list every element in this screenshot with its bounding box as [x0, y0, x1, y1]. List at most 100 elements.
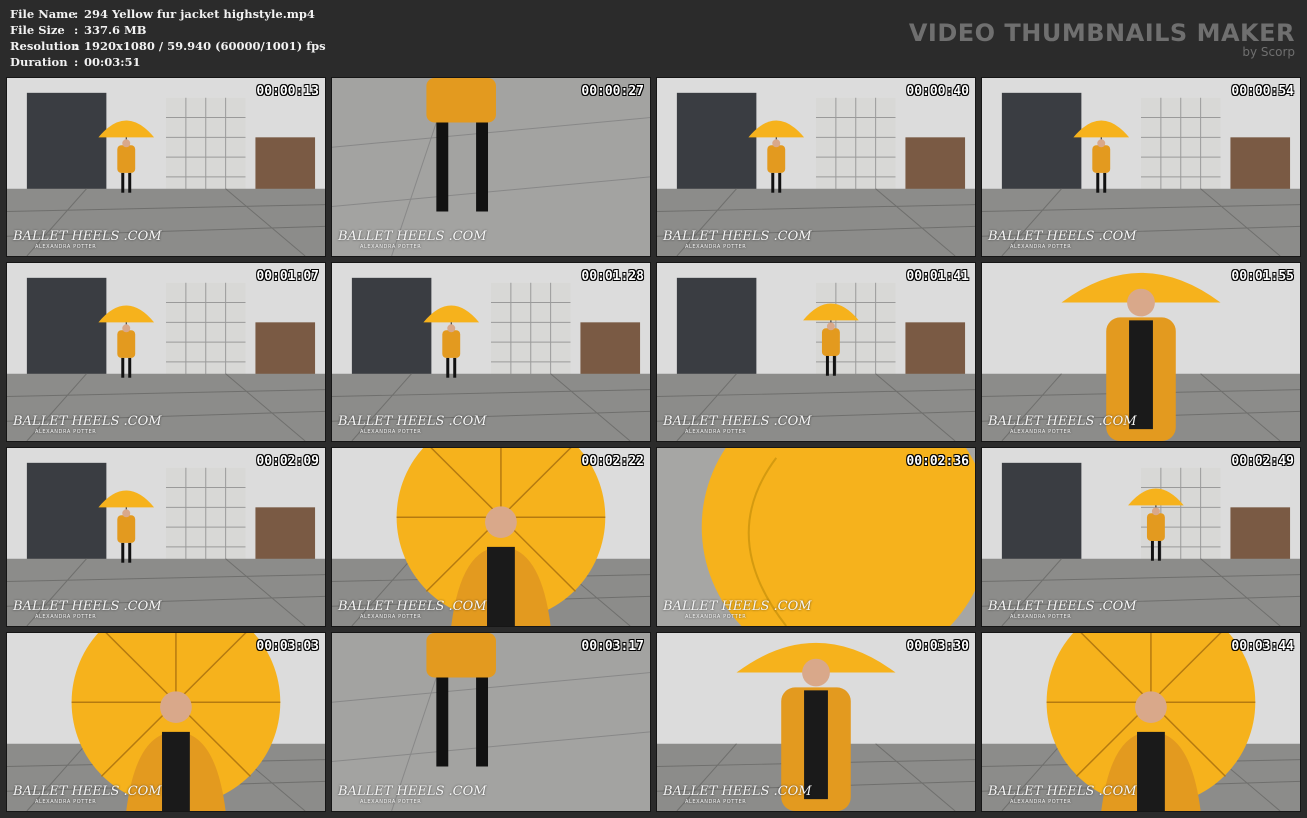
thumbnail-frame: 00:01:28 BALLET HEELS .COM ALEXANDRA POTTE…	[331, 262, 651, 442]
timestamp-label: 00:03:44	[1231, 639, 1294, 654]
watermark-logo: BALLET HEELS .COM ALEXANDRA POTTER	[338, 784, 487, 806]
watermark-tagline: ALEXANDRA POTTER	[35, 614, 97, 620]
watermark-tagline: ALEXANDRA POTTER	[35, 429, 97, 435]
thumbnail-frame: 00:03:44 BALLET HEELS .COM ALEXANDRA POTTE…	[981, 632, 1301, 812]
thumbnail-frame: 00:00:40 BALLET HEELS .COM ALEXANDRA POTTE…	[656, 77, 976, 257]
watermark-text: BALLET HEELS .COM	[338, 599, 487, 614]
thumbnail-grid: 00:00:13 BALLET HEELS .COM ALEXANDRA POTTE…	[6, 77, 1301, 812]
watermark-text: BALLET HEELS .COM	[13, 784, 162, 799]
watermark-logo: BALLET HEELS .COM ALEXANDRA POTTER	[988, 784, 1137, 806]
thumbnail-frame: 00:02:49 BALLET HEELS .COM ALEXANDRA POTTE…	[981, 447, 1301, 627]
timestamp-label: 00:02:09	[256, 454, 319, 469]
brand-title: VIDEO THUMBNAILS MAKER	[908, 19, 1295, 47]
watermark-text: BALLET HEELS .COM	[663, 414, 812, 429]
watermark-text: BALLET HEELS .COM	[338, 784, 487, 799]
watermark-logo: BALLET HEELS .COM ALEXANDRA POTTER	[988, 414, 1137, 436]
file-name-value: 294 Yellow fur jacket highstyle.mp4	[84, 7, 315, 21]
watermark-logo: BALLET HEELS .COM ALEXANDRA POTTER	[338, 229, 487, 251]
watermark-tagline: ALEXANDRA POTTER	[1010, 244, 1072, 250]
thumbnail-frame: 00:03:30 BALLET HEELS .COM ALEXANDRA POTTE…	[656, 632, 976, 812]
watermark-logo: BALLET HEELS .COM ALEXANDRA POTTER	[338, 414, 487, 436]
thumbnail-frame: 00:01:07 BALLET HEELS .COM ALEXANDRA POTTE…	[6, 262, 326, 442]
separator: :	[74, 55, 79, 69]
watermark-tagline: ALEXANDRA POTTER	[685, 429, 747, 435]
watermark-text: BALLET HEELS .COM	[663, 784, 812, 799]
resolution-value: 1920x1080 / 59.940 (60000/1001) fps	[84, 39, 326, 53]
thumbnail-frame: 00:03:17 BALLET HEELS .COM ALEXANDRA POTTE…	[331, 632, 651, 812]
timestamp-label: 00:03:30	[906, 639, 969, 654]
watermark-tagline: ALEXANDRA POTTER	[685, 799, 747, 805]
watermark-tagline: ALEXANDRA POTTER	[360, 799, 422, 805]
watermark-text: BALLET HEELS .COM	[338, 229, 487, 244]
timestamp-label: 00:00:27	[581, 84, 644, 99]
watermark-tagline: ALEXANDRA POTTER	[360, 429, 422, 435]
resolution-row: Resolution : 1920x1080 / 59.940 (60000/1…	[10, 38, 326, 54]
file-size-row: File Size : 337.6 MB	[10, 22, 326, 38]
file-info-panel: File Name : 294 Yellow fur jacket highst…	[10, 6, 326, 70]
watermark-tagline: ALEXANDRA POTTER	[35, 799, 97, 805]
watermark-text: BALLET HEELS .COM	[13, 599, 162, 614]
file-size-label: File Size	[10, 23, 65, 37]
watermark-logo: BALLET HEELS .COM ALEXANDRA POTTER	[13, 414, 162, 436]
watermark-logo: BALLET HEELS .COM ALEXANDRA POTTER	[13, 229, 162, 251]
watermark-text: BALLET HEELS .COM	[663, 599, 812, 614]
watermark-tagline: ALEXANDRA POTTER	[1010, 429, 1072, 435]
thumbnail-frame: 00:00:13 BALLET HEELS .COM ALEXANDRA POTTE…	[6, 77, 326, 257]
timestamp-label: 00:01:41	[906, 269, 969, 284]
watermark-logo: BALLET HEELS .COM ALEXANDRA POTTER	[663, 414, 812, 436]
timestamp-label: 00:01:55	[1231, 269, 1294, 284]
thumbnail-frame: 00:01:41 BALLET HEELS .COM ALEXANDRA POTTE…	[656, 262, 976, 442]
file-size-value: 337.6 MB	[84, 23, 147, 37]
watermark-text: BALLET HEELS .COM	[988, 784, 1137, 799]
watermark-tagline: ALEXANDRA POTTER	[685, 614, 747, 620]
resolution-label: Resolution	[10, 39, 80, 53]
watermark-tagline: ALEXANDRA POTTER	[360, 614, 422, 620]
duration-label: Duration	[10, 55, 68, 69]
timestamp-label: 00:01:28	[581, 269, 644, 284]
timestamp-label: 00:02:36	[906, 454, 969, 469]
watermark-text: BALLET HEELS .COM	[13, 229, 162, 244]
watermark-logo: BALLET HEELS .COM ALEXANDRA POTTER	[663, 599, 812, 621]
thumbnail-frame: 00:01:55 BALLET HEELS .COM ALEXANDRA POTTE…	[981, 262, 1301, 442]
separator: :	[74, 23, 79, 37]
watermark-logo: BALLET HEELS .COM ALEXANDRA POTTER	[338, 599, 487, 621]
watermark-tagline: ALEXANDRA POTTER	[360, 244, 422, 250]
watermark-text: BALLET HEELS .COM	[13, 414, 162, 429]
thumbnail-frame: 00:02:36 BALLET HEELS .COM ALEXANDRA POTTE…	[656, 447, 976, 627]
thumbnail-frame: 00:02:22 BALLET HEELS .COM ALEXANDRA POTTE…	[331, 447, 651, 627]
brand-logo: VIDEO THUMBNAILS MAKER by Scorp	[909, 20, 1295, 58]
watermark-tagline: ALEXANDRA POTTER	[1010, 799, 1072, 805]
file-name-row: File Name : 294 Yellow fur jacket highst…	[10, 6, 326, 22]
watermark-text: BALLET HEELS .COM	[988, 414, 1137, 429]
watermark-text: BALLET HEELS .COM	[988, 229, 1137, 244]
watermark-text: BALLET HEELS .COM	[988, 599, 1137, 614]
thumbnail-frame: 00:00:54 BALLET HEELS .COM ALEXANDRA POTTE…	[981, 77, 1301, 257]
watermark-logo: BALLET HEELS .COM ALEXANDRA POTTER	[988, 599, 1137, 621]
watermark-logo: BALLET HEELS .COM ALEXANDRA POTTER	[13, 784, 162, 806]
watermark-logo: BALLET HEELS .COM ALEXANDRA POTTER	[13, 599, 162, 621]
separator: :	[74, 7, 79, 21]
watermark-tagline: ALEXANDRA POTTER	[1010, 614, 1072, 620]
timestamp-label: 00:03:17	[581, 639, 644, 654]
watermark-logo: BALLET HEELS .COM ALEXANDRA POTTER	[663, 784, 812, 806]
timestamp-label: 00:01:07	[256, 269, 319, 284]
thumbnail-frame: 00:02:09 BALLET HEELS .COM ALEXANDRA POTTE…	[6, 447, 326, 627]
duration-value: 00:03:51	[84, 55, 141, 69]
watermark-text: BALLET HEELS .COM	[338, 414, 487, 429]
brand-subtitle: by Scorp	[1242, 45, 1295, 59]
watermark-logo: BALLET HEELS .COM ALEXANDRA POTTER	[988, 229, 1137, 251]
timestamp-label: 00:02:49	[1231, 454, 1294, 469]
timestamp-label: 00:00:40	[906, 84, 969, 99]
watermark-text: BALLET HEELS .COM	[663, 229, 812, 244]
timestamp-label: 00:00:54	[1231, 84, 1294, 99]
thumbnail-frame: 00:03:03 BALLET HEELS .COM ALEXANDRA POTTE…	[6, 632, 326, 812]
watermark-logo: BALLET HEELS .COM ALEXANDRA POTTER	[663, 229, 812, 251]
file-name-label: File Name	[10, 7, 76, 21]
watermark-tagline: ALEXANDRA POTTER	[685, 244, 747, 250]
thumbnail-frame: 00:00:27 BALLET HEELS .COM ALEXANDRA POTTE…	[331, 77, 651, 257]
timestamp-label: 00:03:03	[256, 639, 319, 654]
watermark-tagline: ALEXANDRA POTTER	[35, 244, 97, 250]
duration-row: Duration : 00:03:51	[10, 54, 326, 70]
timestamp-label: 00:02:22	[581, 454, 644, 469]
separator: :	[74, 39, 79, 53]
